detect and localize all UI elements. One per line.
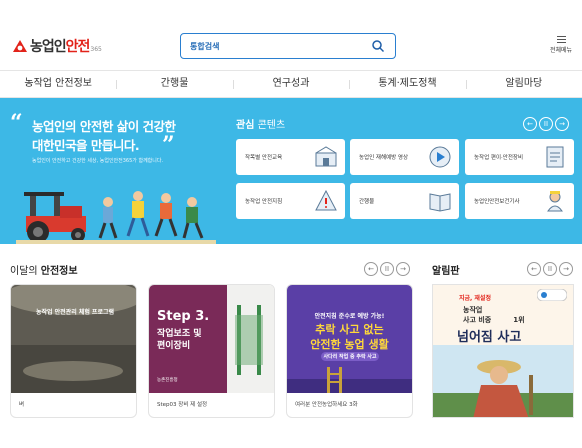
fall-prevention-line1: 안전지침 준수로 예방 가능!	[314, 313, 385, 320]
notice-line2: 사고 비중 1위	[463, 315, 525, 325]
interest-title-rest: 콘텐츠	[254, 120, 286, 131]
logo-number: 365	[90, 45, 102, 53]
warning-sign-icon	[315, 189, 337, 211]
logo-text-main: 농업인	[30, 39, 67, 55]
checklist-icon	[546, 146, 564, 168]
monthly-item-2-caption: Step03 장비 제 설정	[157, 402, 208, 408]
notice-banner[interactable]: 지금, 재설정 농작업 사고 비중 1위 넘어짐 사고	[432, 284, 574, 418]
farmers-tractor-illustration	[16, 191, 216, 244]
safety-officer-icon	[547, 191, 563, 212]
monthly-item-3-image: 안전지침 준수로 예방 가능! 추락 사고 없는 안전한 농업 생활 사다리 작…	[287, 285, 412, 393]
interest-title-bold: 관심	[236, 120, 255, 131]
logo-mark-icon	[13, 40, 27, 52]
monthly-item-1-image: 농작업 안전관리 체험 프로그램	[11, 285, 136, 393]
search-box[interactable]: 통합검색	[180, 33, 396, 59]
book-icon	[429, 193, 451, 212]
monthly-item-3-caption: 여러분 안전농업하세요 3화	[295, 402, 358, 408]
step-subtitle-line1: 작업보조 및	[157, 329, 202, 339]
step-subtitle-line2: 편이장비	[157, 341, 191, 351]
interest-card-prevention-video[interactable]: 농업인 재해예방 영상	[350, 139, 459, 175]
monthly-title-bold: 안전정보	[40, 266, 78, 277]
nav-item-notices[interactable]: 알림마당	[465, 71, 582, 97]
prev-arrow-icon[interactable]: ←	[527, 262, 541, 276]
interest-card-publications[interactable]: 간행물	[350, 183, 459, 219]
interest-controls: ← II →	[523, 117, 569, 131]
interest-card-label: 농작업 편이·안전장비	[474, 155, 524, 161]
stretcher-photo	[227, 285, 274, 393]
hero-headline-line2: 대한민국을 만듭니다.	[32, 138, 140, 153]
interest-card-label: 작목별 안전교육	[245, 155, 283, 161]
next-arrow-icon[interactable]: →	[559, 262, 573, 276]
open-quote-icon: “	[10, 110, 23, 136]
full-menu-button[interactable]: 전체메뉴	[546, 36, 576, 54]
site-header: 농업인안전 365 통합검색 전체메뉴	[0, 0, 582, 70]
video-play-icon	[429, 146, 451, 168]
hero-headline-line1: 농업인의 안전한 삶이 건강한	[32, 119, 176, 134]
prev-arrow-icon[interactable]: ←	[523, 117, 537, 131]
interest-card-label: 농업인 재해예방 영상	[359, 155, 409, 161]
notice-line3: 넘어짐 사고	[457, 330, 522, 345]
notice-line1: 농작업	[463, 306, 483, 314]
interest-card-label: 간행물	[359, 199, 375, 205]
nav-item-statistics[interactable]: 통계·제도정책	[349, 71, 465, 97]
main-nav: 농작업 안전정보 간행물 연구성과 통계·제도정책 알림마당	[0, 70, 582, 98]
interest-card-crop-education[interactable]: 작목별 안전교육	[236, 139, 345, 175]
nav-item-research[interactable]: 연구성과	[232, 71, 349, 97]
search-icon[interactable]	[371, 39, 385, 53]
nav-item-safety-info[interactable]: 농작업 안전정보	[0, 71, 116, 97]
step-title: Step 3.	[157, 309, 210, 324]
pause-icon[interactable]: II	[380, 262, 394, 276]
fall-prevention-illustration	[287, 367, 412, 393]
interest-card-label: 농업인안전보건기사	[474, 199, 520, 205]
notice-line2-a: 사고 비중	[463, 316, 492, 324]
logo-text: 농업인안전	[30, 36, 91, 56]
hamburger-icon	[556, 36, 566, 43]
monthly-controls: ← II →	[364, 262, 410, 276]
monthly-item-1[interactable]: 농작업 안전관리 체험 프로그램 벼	[10, 284, 137, 418]
interest-card-label: 농작업 안전지침	[245, 199, 283, 205]
interest-card-health-articles[interactable]: 농업인안전보건기사	[465, 183, 574, 219]
monthly-item-2[interactable]: Step 3. 작업보조 및편이장비 농촌진흥청 Step03 장비 제 설정	[148, 284, 275, 418]
monthly-item-1-caption: 벼	[19, 402, 25, 408]
notice-tag: 지금, 재설정	[459, 295, 491, 302]
next-arrow-icon[interactable]: →	[555, 117, 569, 131]
notice-rank: 1위	[513, 316, 525, 324]
fall-prevention-line2: 추락 사고 없는	[315, 323, 384, 336]
site-logo[interactable]: 농업인안전 365	[12, 36, 102, 56]
monthly-safety-title: 이달의 안전정보	[10, 262, 78, 277]
hero-subtext: 농업인이 안전하고 건강한 세상, 농업인안전365가 함께합니다.	[32, 158, 164, 164]
interest-contents-title: 관심 콘텐츠	[236, 116, 285, 131]
agency-logo-icon	[537, 289, 567, 301]
prev-arrow-icon[interactable]: ←	[364, 262, 378, 276]
search-label: 통합검색	[190, 41, 220, 51]
step-org-label: 농촌진흥청	[157, 378, 178, 383]
monthly-title-prefix: 이달의	[10, 266, 41, 277]
fall-prevention-line3: 안전한 농업 생활	[310, 338, 389, 351]
fall-prevention-line4: 사다리 작업 중 추락 사고	[321, 352, 379, 361]
farmer-photo	[433, 345, 573, 417]
monthly-item-2-image: Step 3. 작업보조 및편이장비 농촌진흥청	[149, 285, 274, 393]
nav-item-publications[interactable]: 간행물	[116, 71, 232, 97]
interest-card-safety-equipment[interactable]: 농작업 편이·안전장비	[465, 139, 574, 175]
farm-building-icon	[315, 146, 337, 167]
close-quote-icon: ”	[162, 132, 175, 158]
next-arrow-icon[interactable]: →	[396, 262, 410, 276]
monthly-item-3[interactable]: 안전지침 준수로 예방 가능! 추락 사고 없는 안전한 농업 생활 사다리 작…	[286, 284, 413, 418]
pause-icon[interactable]: II	[543, 262, 557, 276]
stage-background	[11, 285, 136, 393]
interest-card-safety-guideline[interactable]: 농작업 안전지침	[236, 183, 345, 219]
logo-text-accent: 안전	[65, 39, 91, 55]
step-subtitle: 작업보조 및편이장비	[157, 328, 202, 352]
pause-icon[interactable]: II	[539, 117, 553, 131]
notice-board-title: 알림판	[432, 266, 460, 277]
notice-controls: ← II →	[527, 262, 573, 276]
full-menu-label: 전체메뉴	[549, 47, 573, 54]
monthly-item-1-image-title: 농작업 안전관리 체험 프로그램	[35, 309, 115, 316]
